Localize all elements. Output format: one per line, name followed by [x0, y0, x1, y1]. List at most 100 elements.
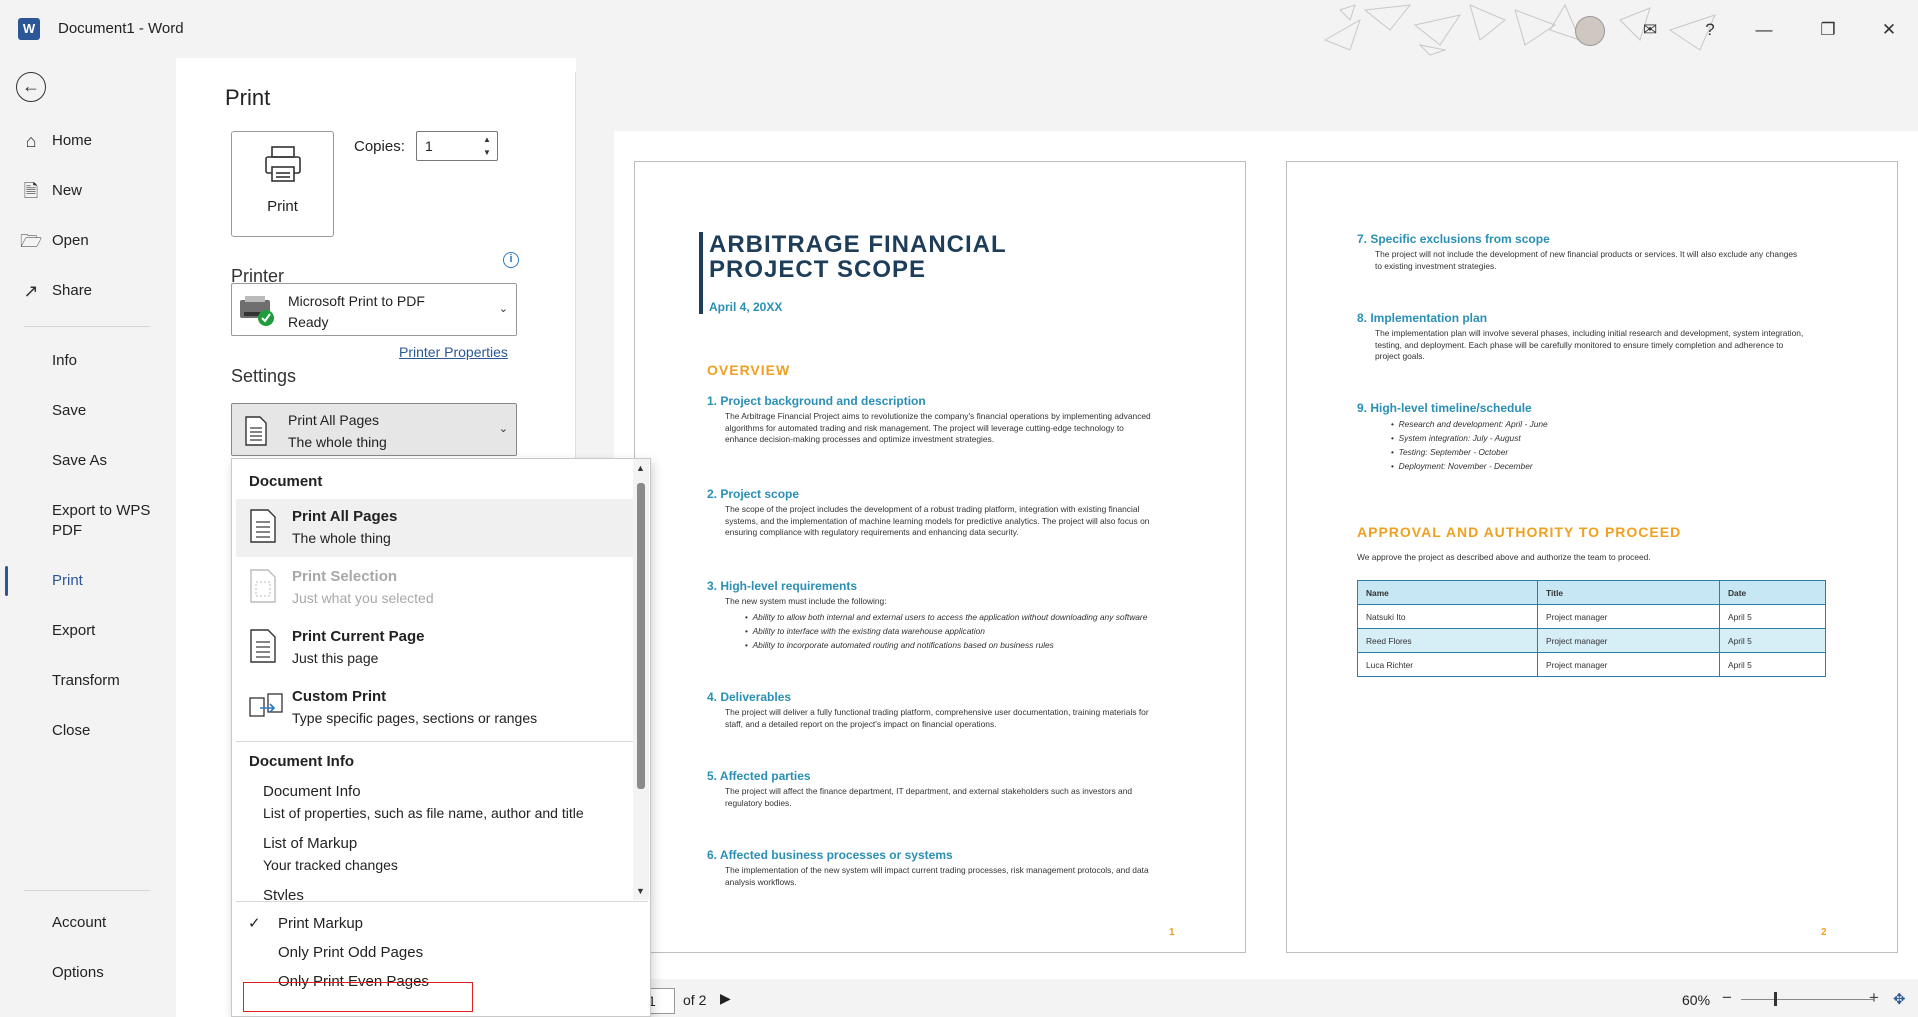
print-pages-select[interactable]: Print All Pages The whole thing ⌄: [231, 403, 517, 456]
nav-share-label: Share: [52, 282, 93, 299]
doc-title-line1: ARBITRAGE FINANCIAL: [709, 231, 1007, 258]
nav-transform[interactable]: Transform: [0, 662, 176, 700]
new-document-icon: 🗎: [23, 181, 39, 201]
dropdown-divider: [236, 741, 636, 742]
option-title: Document Info: [263, 783, 361, 800]
option-print-all-pages[interactable]: Print All Pages The whole thing: [236, 499, 636, 557]
nav-transform-label: Transform: [52, 672, 120, 689]
nav-info[interactable]: Info: [0, 342, 176, 380]
back-arrow-icon[interactable]: ←: [16, 72, 46, 102]
doc-section-body: The project will not include the develop…: [1375, 249, 1798, 271]
home-icon: ⌂: [25, 131, 37, 151]
option-title: Print Current Page: [292, 628, 425, 645]
info-icon[interactable]: i: [503, 252, 519, 268]
window-title: Document1 - Word: [58, 20, 184, 37]
table-header: Title: [1537, 580, 1720, 605]
help-icon[interactable]: ?: [1698, 18, 1722, 42]
highlight-outline: [243, 982, 473, 1012]
table-row: Reed Flores Project manager April 5: [1357, 628, 1826, 653]
zoom-in-icon[interactable]: +: [1869, 988, 1879, 1008]
title-bar-decoration: [1323, 3, 1716, 56]
option-custom-print[interactable]: Custom Print Type specific pages, sectio…: [236, 679, 636, 737]
table-row: Natsuki Ito Project manager April 5: [1357, 604, 1826, 629]
nav-home-label: Home: [52, 132, 93, 149]
option-print-current-page[interactable]: Print Current Page Just this page: [236, 619, 636, 677]
option-document-info[interactable]: Document Info List of properties, such a…: [263, 783, 584, 821]
table-cell: Project manager: [1537, 604, 1720, 629]
zoom-to-page-icon[interactable]: ✥: [1893, 990, 1906, 1008]
table-cell: Luca Richter: [1357, 652, 1538, 677]
option-list-of-markup[interactable]: List of Markup Your tracked changes: [263, 835, 398, 873]
nav-close[interactable]: Close: [0, 712, 176, 750]
close-icon[interactable]: ✕: [1877, 18, 1901, 42]
preview-page-2: 7. Specific exclusions from scope The pr…: [1286, 161, 1898, 953]
doc-section-heading: 8. Implementation plan: [1357, 311, 1488, 325]
backstage-nav: ← ⌂ Home 🗎 New 🗁 Open ↗ Share Info Save …: [0, 58, 176, 1017]
nav-print[interactable]: Print: [0, 562, 176, 600]
table-row: Luca Richter Project manager April 5: [1357, 652, 1826, 677]
nav-export-label: Export: [52, 622, 96, 639]
custom-print-icon: [249, 693, 283, 717]
scroll-up-icon[interactable]: ▲: [636, 463, 645, 473]
doc-section-body: We approve the project as described abov…: [1357, 552, 1651, 562]
dropdown-group-document: Document: [249, 473, 323, 490]
approval-table: Name Title Date Natsuki Ito Project mana…: [1357, 580, 1826, 677]
nav-options-label: Options: [52, 964, 104, 981]
user-avatar[interactable]: [1575, 16, 1605, 46]
minimize-icon[interactable]: —: [1752, 18, 1776, 42]
doc-section-body: The implementation of the new system wil…: [725, 865, 1149, 887]
nav-save-as[interactable]: Save As: [0, 442, 176, 480]
restore-icon[interactable]: ❐: [1816, 18, 1840, 42]
option-desc: Your tracked changes: [263, 857, 398, 873]
doc-section-heading: 6. Affected business processes or system…: [707, 848, 953, 862]
nav-share[interactable]: ↗ Share: [0, 272, 176, 310]
nav-home[interactable]: ⌂ Home: [0, 122, 176, 160]
coauthor-icon[interactable]: ✉: [1638, 18, 1662, 42]
table-cell: April 5: [1719, 652, 1826, 677]
nav-account-label: Account: [52, 914, 107, 931]
next-page-icon[interactable]: ▶: [720, 990, 731, 1007]
print-button[interactable]: Print: [231, 131, 334, 237]
table-header-row: Name Title Date: [1357, 580, 1826, 605]
nav-save[interactable]: Save: [0, 392, 176, 430]
copies-stepper[interactable]: 1 ▲ ▼: [416, 131, 498, 161]
list-item: Deployment: November - December: [1391, 459, 1791, 473]
nav-account[interactable]: Account: [0, 904, 176, 942]
printer-name: Microsoft Print to PDF: [288, 293, 425, 309]
all-pages-icon: [250, 509, 276, 543]
scroll-down-icon[interactable]: ▼: [636, 886, 645, 896]
dropdown-scrollbar[interactable]: ▲ ▼: [633, 459, 649, 900]
option-title: Styles: [263, 887, 304, 900]
nav-open[interactable]: 🗁 Open: [0, 222, 176, 260]
copies-label: Copies:: [354, 138, 405, 155]
copies-spin-icon[interactable]: ▲ ▼: [481, 133, 493, 159]
nav-export-to-wps-pdf[interactable]: Export to WPS PDF: [0, 492, 176, 539]
doc-title-line2: PROJECT SCOPE: [709, 256, 927, 283]
option-styles[interactable]: Styles: [263, 887, 304, 900]
zoom-out-icon[interactable]: −: [1722, 988, 1732, 1008]
zoom-slider-thumb[interactable]: [1774, 992, 1777, 1006]
printer-properties-link[interactable]: Printer Properties: [399, 344, 508, 360]
nav-export[interactable]: Export: [0, 612, 176, 650]
scrollbar-thumb[interactable]: [637, 483, 645, 789]
doc-section-body: The new system must include the followin…: [725, 596, 887, 606]
table-cell: April 5: [1719, 604, 1826, 629]
nav-close-label: Close: [52, 722, 91, 739]
zoom-level[interactable]: 60%: [1682, 992, 1710, 1008]
doc-section-body: The Arbitrage Financial Project aims to …: [725, 411, 1151, 444]
nav-new-label: New: [52, 182, 83, 199]
nav-save-as-label: Save As: [52, 452, 108, 469]
page-icon: [245, 416, 267, 446]
print-preview: ARBITRAGE FINANCIAL PROJECT SCOPE April …: [576, 58, 1918, 1017]
pages-select-title: Print All Pages: [288, 412, 380, 428]
chevron-down-icon: ⌄: [498, 423, 508, 435]
page-title: Print: [225, 85, 271, 110]
nav-options[interactable]: Options: [0, 954, 176, 992]
option-desc: Just what you selected: [292, 590, 434, 606]
zoom-slider[interactable]: [1741, 999, 1873, 1000]
preview-canvas[interactable]: ARBITRAGE FINANCIAL PROJECT SCOPE April …: [614, 131, 1918, 979]
nav-print-label: Print: [52, 572, 83, 589]
nav-new[interactable]: 🗎 New: [0, 172, 176, 210]
list-item: System integration: July - August: [1391, 431, 1791, 445]
printer-select[interactable]: Microsoft Print to PDF Ready ⌄: [231, 283, 517, 336]
